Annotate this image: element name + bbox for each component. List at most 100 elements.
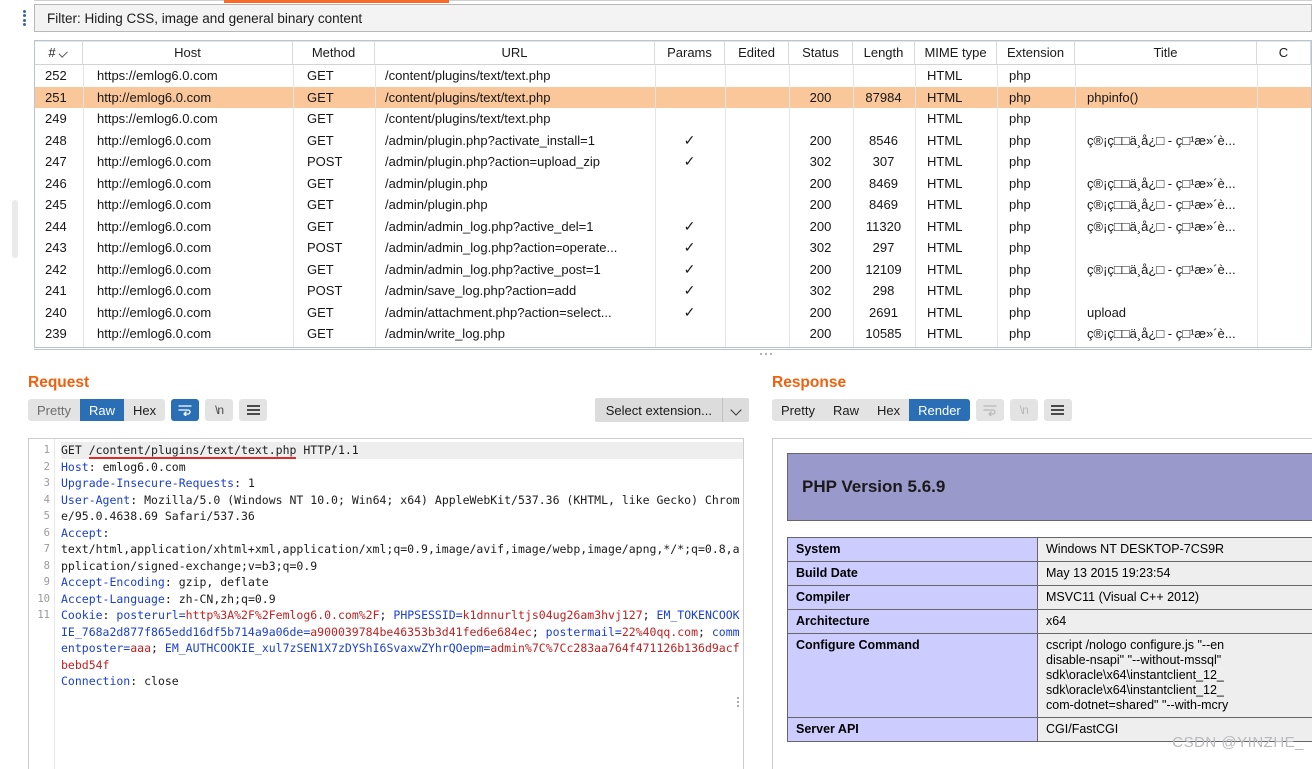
top-divider-left (34, 0, 224, 1)
table-header-edited[interactable]: Edited (725, 41, 789, 64)
cell-mime: HTML (927, 283, 963, 299)
table-row[interactable]: 239 http://emlog6.0.com GET/admin/write_lo… (35, 323, 1311, 345)
table-row[interactable]: 245 http://emlog6.0.com GET/admin/plugin.p… (35, 194, 1311, 216)
cell-method: POST (307, 154, 343, 170)
table-row[interactable]: 242 http://emlog6.0.com GET/admin/admin_lo… (35, 258, 1311, 280)
header-label: Extension (1006, 45, 1065, 60)
table-row[interactable]: 249 https://emlog6.0.com GET/content/plugi… (35, 108, 1311, 130)
table-row[interactable]: 248 http://emlog6.0.com GET/admin/plugin.p… (35, 129, 1311, 151)
filter-bar[interactable]: Filter: Hiding CSS, image and general bi… (34, 4, 1312, 32)
table-row[interactable]: 247 http://emlog6.0.com POST/admin/plugin.… (35, 151, 1311, 173)
cell-ext: php (1009, 154, 1031, 170)
cell-url: /admin/write_log.php (385, 326, 505, 342)
cell-title: ç®¡ç□□ä¸­å¿□ - ç□¹æ»´è... (1087, 218, 1236, 234)
table-row[interactable]: 251 http://emlog6.0.com GET/content/plugin… (35, 86, 1311, 108)
table-header-method[interactable]: Method (293, 41, 375, 64)
cell-status: 302 (809, 283, 832, 299)
phpinfo-row: Architecture x64 (787, 609, 1312, 634)
table-row[interactable]: 241 http://emlog6.0.com POST/admin/save_lo… (35, 280, 1311, 302)
cell-ext: php (1009, 283, 1031, 299)
cell-title (1075, 65, 1257, 87)
request-raw-text[interactable]: GET /content/plugins/text/text.php HTTP/… (55, 439, 743, 769)
response-tab-pretty[interactable]: Pretty (772, 399, 824, 421)
filter-label: Filter: Hiding CSS, image and general bi… (47, 10, 363, 26)
active-tab-indicator (224, 0, 449, 3)
table-header-status[interactable]: Status (789, 41, 853, 64)
response-tab-raw[interactable]: Raw (824, 399, 868, 421)
request-line-numbers: 1 2 3 4 5 6 7 8 9 10 11 (29, 439, 55, 769)
cell-edited (725, 194, 789, 216)
cell-params (655, 65, 725, 87)
cell-num: 246 (45, 175, 67, 191)
left-rail-handle[interactable] (12, 200, 18, 258)
cell-status: 200 (809, 89, 832, 105)
cell-method: POST (307, 283, 343, 299)
phpinfo-key: Compiler (787, 585, 1038, 610)
editor-scroll-grip[interactable] (737, 697, 739, 707)
request-view-mode-group[interactable]: Pretty Raw Hex (28, 399, 166, 421)
cell-length: 10585 (865, 326, 902, 342)
table-row[interactable]: 252 https://emlog6.0.com GET/content/plugi… (35, 65, 1311, 87)
cell-edited (725, 108, 789, 130)
table-row[interactable]: 244 http://emlog6.0.com GET/admin/admin_lo… (35, 215, 1311, 237)
phpinfo-row: System Windows NT DESKTOP-7CS9R (787, 537, 1312, 562)
cell-edited (725, 151, 789, 173)
table-header-params[interactable]: Params (655, 41, 725, 64)
cell-method: GET (307, 197, 334, 213)
cell-edited (725, 65, 789, 87)
table-row[interactable]: 240 http://emlog6.0.com GET/admin/attachme… (35, 301, 1311, 323)
word-wrap-icon[interactable] (171, 399, 200, 421)
response-render-view[interactable]: PHP Version 5.6.9 System Windows NT DESKT… (772, 438, 1312, 769)
request-tab-pretty[interactable]: Pretty (28, 399, 80, 421)
menu-icon[interactable] (239, 399, 268, 421)
cell-host: http://emlog6.0.com (97, 218, 212, 234)
cell-num: 247 (45, 154, 67, 170)
horizontal-splitter[interactable] (0, 350, 1312, 360)
response-tab-hex[interactable]: Hex (868, 399, 909, 421)
phpinfo-value: May 13 2015 19:23:54 (1037, 561, 1312, 586)
response-tab-render[interactable]: Render (909, 399, 970, 421)
phpinfo-row: Configure Command cscript /nologo configu… (787, 633, 1312, 718)
cell-length: 12109 (865, 261, 902, 277)
cell-comment (1257, 280, 1311, 302)
request-tab-raw[interactable]: Raw (79, 399, 124, 421)
phpinfo-value: x64 (1037, 609, 1312, 634)
newline-icon[interactable]: \n (205, 399, 234, 421)
table-header-title[interactable]: Title (1075, 41, 1257, 64)
table-header-comment[interactable]: C (1257, 41, 1311, 64)
request-editor[interactable]: 1 2 3 4 5 6 7 8 9 10 11 GET /content/plugins/text/… (28, 438, 744, 769)
table-header-length[interactable]: Length (853, 41, 915, 64)
request-line: User-Agent: Mozilla/5.0 (Windows NT 10.0… (61, 492, 740, 524)
cell-status: 200 (809, 175, 832, 191)
table-header-num[interactable]: # (35, 41, 83, 64)
select-extension-label: Select extension... (605, 402, 712, 418)
select-extension-dropdown[interactable]: Select extension... (594, 398, 749, 422)
cell-ext: php (1009, 304, 1031, 320)
cell-mime: HTML (927, 132, 963, 148)
cell-status: 302 (809, 240, 832, 256)
cell-params: ✓ (683, 260, 696, 277)
cell-length: 87984 (865, 89, 902, 105)
cell-mime: HTML (927, 175, 963, 191)
table-header-url[interactable]: URL (375, 41, 655, 64)
cell-method: GET (307, 132, 334, 148)
phpinfo-version-banner: PHP Version 5.6.9 (787, 453, 1312, 521)
cell-status: 200 (809, 326, 832, 342)
line-number: 9 (43, 576, 50, 588)
table-header-mime[interactable]: MIME type (915, 41, 997, 64)
table-row[interactable]: 243 http://emlog6.0.com POST/admin/admin_l… (35, 237, 1311, 259)
request-tab-hex[interactable]: Hex (124, 399, 165, 421)
cell-host: http://emlog6.0.com (97, 89, 212, 105)
cell-num: 251 (45, 89, 67, 105)
response-view-mode-group[interactable]: Pretty Raw Hex Render (772, 399, 970, 421)
chevron-down-icon[interactable] (60, 49, 69, 58)
chevron-down-icon[interactable] (723, 406, 749, 415)
cell-num: 239 (45, 326, 67, 342)
phpinfo-row: Compiler MSVC11 (Visual C++ 2012) (787, 585, 1312, 610)
table-row[interactable]: 246 http://emlog6.0.com GET/admin/plugin.p… (35, 172, 1311, 194)
table-header-ext[interactable]: Extension (997, 41, 1075, 64)
table-header-host[interactable]: Host (83, 41, 293, 64)
cell-method: GET (307, 218, 334, 234)
cell-num: 241 (45, 283, 67, 299)
menu-icon[interactable] (1043, 399, 1072, 421)
